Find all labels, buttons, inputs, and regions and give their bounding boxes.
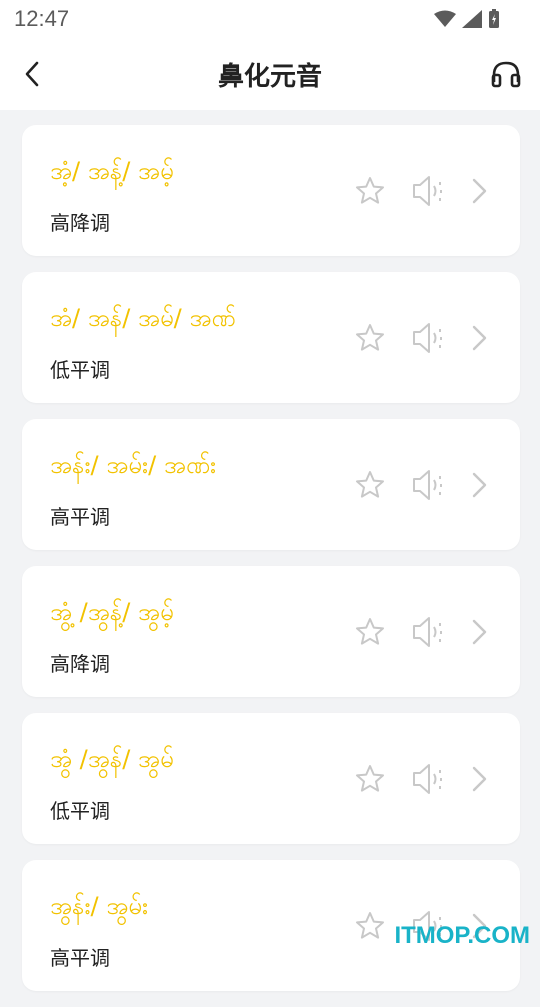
chevron-right-icon[interactable] bbox=[468, 618, 490, 646]
headphone-icon bbox=[491, 61, 521, 88]
chevron-right-icon[interactable] bbox=[468, 765, 490, 793]
speaker-icon[interactable] bbox=[410, 467, 446, 503]
signal-icon bbox=[462, 10, 482, 28]
star-icon[interactable] bbox=[354, 322, 386, 354]
item-tone: 高平调 bbox=[50, 946, 110, 970]
page-title: 鼻化元音 bbox=[217, 62, 322, 92]
item-tone: 低平调 bbox=[50, 358, 110, 382]
item-title: အွန်း/ အွမ်း bbox=[50, 892, 149, 920]
speaker-icon[interactable] bbox=[410, 761, 446, 797]
app-bar: 鼻化元音 bbox=[0, 38, 540, 110]
status-bar: 12:47 bbox=[0, 0, 540, 38]
star-icon[interactable] bbox=[354, 616, 386, 648]
headphone-button[interactable] bbox=[486, 54, 526, 94]
status-icons bbox=[434, 9, 500, 29]
item-tone: 低平调 bbox=[50, 799, 110, 823]
watermark: ITMOP.COM bbox=[394, 922, 530, 949]
item-title: အန်း/ အမ်း/ အဏ်း bbox=[50, 451, 217, 479]
status-time: 12:47 bbox=[14, 6, 70, 31]
item-tone: 高降调 bbox=[50, 211, 110, 235]
star-icon[interactable] bbox=[354, 763, 386, 795]
star-icon[interactable] bbox=[354, 469, 386, 501]
speaker-icon[interactable] bbox=[410, 173, 446, 209]
vowel-list: အံ့/ အန့်/ အမ့် 高降调 အံ/ အန်/ အမ်/ အဏ် 低平… bbox=[22, 125, 520, 1007]
battery-icon bbox=[489, 9, 499, 28]
item-tone: 高降调 bbox=[50, 652, 110, 676]
list-item[interactable]: အွံ့ /အွန့်/ အွမ့် 高降调 bbox=[22, 566, 520, 697]
speaker-icon[interactable] bbox=[410, 320, 446, 356]
item-title: အံ့/ အန့်/ အမ့် bbox=[50, 157, 174, 185]
star-icon[interactable] bbox=[354, 910, 386, 942]
speaker-icon[interactable] bbox=[410, 614, 446, 650]
list-item[interactable]: အွံ /အွန်/ အွမ် 低平调 bbox=[22, 713, 520, 844]
star-icon[interactable] bbox=[354, 175, 386, 207]
item-title: အံ/ အန်/ အမ်/ အဏ် bbox=[50, 304, 236, 332]
list-item[interactable]: အံ/ အန်/ အမ်/ အဏ် 低平调 bbox=[22, 272, 520, 403]
item-title: အွံ /အွန်/ အွမ် bbox=[50, 745, 174, 773]
chevron-right-icon[interactable] bbox=[468, 471, 490, 499]
chevron-right-icon[interactable] bbox=[468, 324, 490, 352]
wifi-icon bbox=[434, 10, 456, 27]
item-tone: 高平调 bbox=[50, 505, 110, 529]
item-title: အွံ့ /အွန့်/ အွမ့် bbox=[50, 598, 174, 626]
list-item[interactable]: အန်း/ အမ်း/ အဏ်း 高平调 bbox=[22, 419, 520, 550]
chevron-right-icon[interactable] bbox=[468, 177, 490, 205]
list-item[interactable]: အံ့/ အန့်/ အမ့် 高降调 bbox=[22, 125, 520, 256]
